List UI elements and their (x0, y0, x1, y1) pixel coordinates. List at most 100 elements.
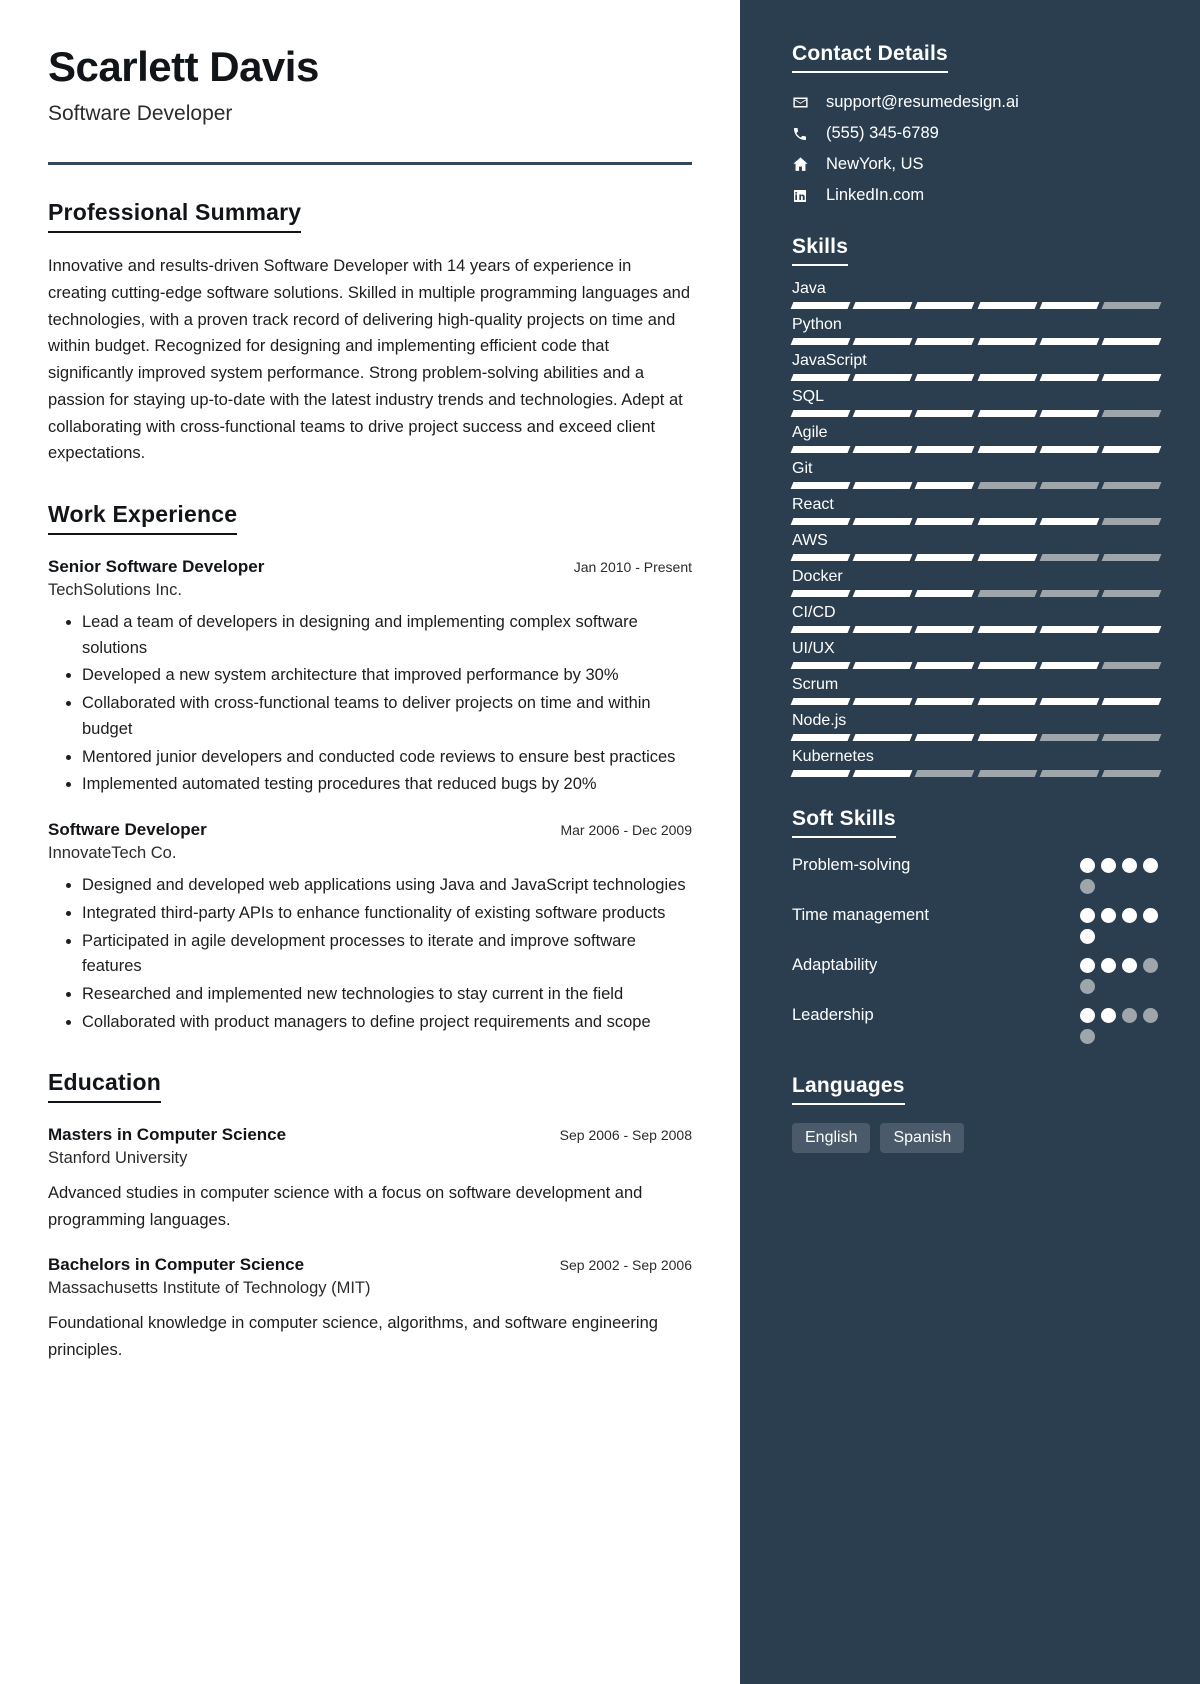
skill-segment (977, 554, 1038, 561)
contact-row[interactable]: support@resumedesign.ai (792, 93, 1160, 112)
skill-segment (790, 554, 851, 561)
education-school: Massachusetts Institute of Technology (M… (48, 1279, 371, 1298)
skill-segment (977, 518, 1038, 525)
soft-skills-list: Problem-solving Time management Adaptabili… (792, 854, 1160, 1044)
skill-segment (1039, 482, 1100, 489)
skill-segment (852, 698, 913, 705)
skill-row: Python (790, 316, 1162, 345)
skill-level-bar (790, 698, 1162, 705)
skill-name: React (792, 496, 834, 513)
skill-row: Java (790, 280, 1162, 309)
section-heading-summary: Professional Summary (48, 199, 302, 234)
skill-segment (1101, 374, 1162, 381)
skill-segment (852, 770, 913, 777)
skill-segment (977, 590, 1038, 597)
work-role: Software Developer (48, 820, 207, 840)
resume-page: Scarlett Davis Software Developer Profes… (0, 0, 1200, 1684)
contact-row[interactable]: NewYork, US (792, 155, 1160, 174)
skill-segment (852, 446, 913, 453)
section-heading-education: Education (48, 1069, 161, 1104)
skill-name: Docker (792, 568, 843, 585)
contact-text: support@resumedesign.ai (826, 93, 1019, 111)
skill-name: UI/UX (792, 640, 835, 657)
skill-segment (1101, 626, 1162, 633)
soft-skill-row: Adaptability (792, 954, 1160, 994)
contact-row[interactable]: (555) 345-6789 (792, 124, 1160, 143)
soft-skill-row: Leadership (792, 1004, 1160, 1044)
skill-segment (1039, 734, 1100, 741)
skill-segment (852, 410, 913, 417)
skill-name: Scrum (792, 676, 839, 693)
skill-name: Java (792, 280, 826, 297)
work-bullet-list: Lead a team of developers in designing a… (48, 610, 692, 798)
skill-segment (977, 698, 1038, 705)
skill-level-bar (790, 554, 1162, 561)
skill-segment (1101, 338, 1162, 345)
skill-row: Agile (790, 424, 1162, 453)
skill-segment (852, 734, 913, 741)
work-bullet: Participated in agile development proces… (82, 929, 692, 980)
work-date: Mar 2006 - Dec 2009 (560, 822, 692, 839)
education-section: Education Masters in Computer Science Sep… (48, 1069, 692, 1363)
skill-name: Git (792, 460, 813, 477)
education-entry: Masters in Computer Science Sep 2006 - Se… (48, 1125, 692, 1233)
skill-segment (1039, 554, 1100, 561)
soft-skill-rating (1080, 1004, 1160, 1044)
skill-level-bar (790, 410, 1162, 417)
skills-list: Java Python JavaScript SQL Agile Git React AWS D… (790, 280, 1162, 777)
skill-row: UI/UX (790, 640, 1162, 669)
rating-dot (1101, 1008, 1116, 1023)
skill-segment (1039, 410, 1100, 417)
skill-segment (1101, 518, 1162, 525)
skill-segment (1039, 770, 1100, 777)
work-experience-section: Work Experience Senior Software Develope… (48, 501, 692, 1036)
contact-text: (555) 345-6789 (826, 124, 939, 142)
languages-list: English Spanish (792, 1123, 1160, 1153)
section-heading-soft-skills: Soft Skills (792, 807, 896, 838)
skill-segment (977, 410, 1038, 417)
work-entry-header: Software Developer Mar 2006 - Dec 2009 (48, 820, 692, 840)
skill-name: JavaScript (792, 352, 867, 369)
skill-segment (1039, 338, 1100, 345)
contact-row[interactable]: LinkedIn.com (792, 186, 1160, 205)
skill-segment (1039, 626, 1100, 633)
skill-segment (790, 446, 851, 453)
skill-segment (914, 662, 975, 669)
soft-skill-name: Time management (792, 906, 929, 924)
rating-dot (1101, 908, 1116, 923)
skill-segment (977, 482, 1038, 489)
skill-segment (977, 662, 1038, 669)
rating-dot (1143, 908, 1158, 923)
skill-segment (977, 302, 1038, 309)
skill-segment (1101, 410, 1162, 417)
skill-segment (977, 446, 1038, 453)
skill-segment (1039, 374, 1100, 381)
rating-dot (1143, 1008, 1158, 1023)
skill-segment (914, 446, 975, 453)
skill-segment (914, 626, 975, 633)
education-entry-header: Bachelors in Computer Science Sep 2002 - … (48, 1255, 692, 1275)
skill-name: Python (792, 316, 842, 333)
skill-row: React (790, 496, 1162, 525)
work-role: Senior Software Developer (48, 556, 265, 576)
skill-segment (977, 626, 1038, 633)
skill-segment (790, 770, 851, 777)
education-school: Stanford University (48, 1149, 188, 1168)
language-tag: English (792, 1123, 871, 1153)
skill-level-bar (790, 374, 1162, 381)
skills-block: Skills Java Python JavaScript SQL Agile Git Re… (790, 235, 1162, 777)
skill-segment (790, 626, 851, 633)
section-heading-skills: Skills (792, 235, 849, 266)
skill-segment (977, 338, 1038, 345)
page-title: Scarlett Davis (48, 43, 319, 90)
skill-level-bar (790, 770, 1162, 777)
work-bullet: Implemented automated testing procedures… (82, 772, 692, 798)
rating-dot (1143, 858, 1158, 873)
education-list: Masters in Computer Science Sep 2006 - Se… (48, 1125, 692, 1363)
work-bullet-list: Designed and developed web applications … (48, 873, 692, 1035)
education-degree: Bachelors in Computer Science (48, 1255, 305, 1275)
skill-row: Docker (790, 568, 1162, 597)
skill-segment (914, 338, 975, 345)
contact-details-block: Contact Details support@resumedesign.ai (… (792, 42, 1160, 205)
skill-row: CI/CD (790, 604, 1162, 633)
